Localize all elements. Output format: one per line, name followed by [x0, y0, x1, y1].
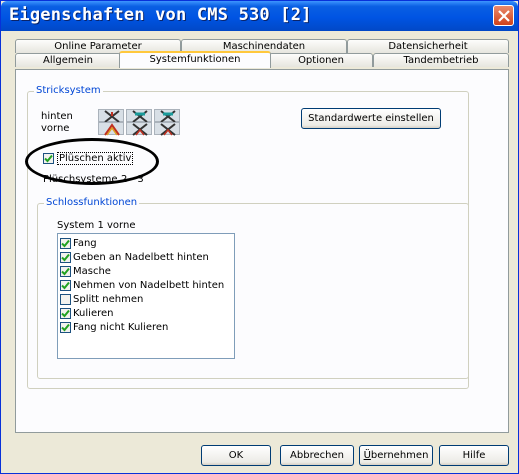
schloss-function-list[interactable]: Fang Geben an Nadelbett hinten Masche Ne…: [57, 233, 235, 359]
item-checkbox[interactable]: [60, 280, 71, 291]
tab-label: Optionen: [298, 55, 344, 66]
checkmark-icon: [61, 267, 70, 276]
system-label: System 1 vorne: [57, 220, 136, 231]
knit-cross-icon: [132, 123, 148, 136]
window-title: Eigenschaften von CMS 530 [2]: [9, 5, 312, 25]
checkmark-icon: [61, 323, 70, 332]
tab-systemfunktionen[interactable]: Systemfunktionen: [119, 51, 271, 68]
highlight-ellipse: [25, 138, 159, 185]
ok-button[interactable]: OK: [201, 445, 271, 466]
knit-cross-icon: [104, 123, 120, 136]
system-2-vorne-button[interactable]: [126, 122, 152, 136]
standardwerte-button[interactable]: Standardwerte einstellen: [301, 108, 441, 129]
help-button[interactable]: Hilfe: [439, 445, 509, 466]
tab-label: Systemfunktionen: [149, 54, 241, 65]
item-label: Masche: [73, 266, 111, 277]
item-label: Kulieren: [73, 308, 114, 319]
group-title: Schlossfunktionen: [44, 197, 140, 208]
item-checkbox[interactable]: [60, 294, 71, 305]
item-checkbox[interactable]: [60, 322, 71, 333]
hinten-label: hinten: [41, 111, 73, 122]
tab-tandembetrieb[interactable]: Tandembetrieb: [373, 53, 509, 67]
apply-button[interactable]: Übernehmen: [359, 445, 433, 466]
item-checkbox[interactable]: [60, 252, 71, 263]
tab-strip: Online Parameter Maschinendaten Datensic…: [15, 39, 509, 71]
tab-allgemein[interactable]: Allgemein: [15, 53, 121, 67]
checkmark-icon: [61, 281, 70, 290]
tab-label: Tandembetrieb: [403, 55, 479, 66]
item-checkbox[interactable]: [60, 266, 71, 277]
tab-optionen[interactable]: Optionen: [269, 53, 373, 67]
checkmark-icon: [61, 253, 70, 262]
vorne-label: vorne: [41, 123, 70, 134]
item-label: Splitt nehmen: [73, 294, 144, 305]
cancel-button[interactable]: Abbrechen: [280, 445, 354, 466]
item-checkbox[interactable]: [60, 238, 71, 249]
knit-cross-icon: [160, 123, 176, 136]
system-2-hinten-button[interactable]: [126, 109, 152, 123]
close-button[interactable]: [493, 5, 514, 26]
checkmark-icon: [61, 309, 70, 318]
tab-label: Datensicherheit: [388, 41, 468, 52]
tab-datensicherheit[interactable]: Datensicherheit: [347, 39, 509, 53]
item-label: Nehmen von Nadelbett hinten: [73, 280, 225, 291]
checkmark-icon: [61, 239, 70, 248]
system-3-vorne-button[interactable]: [154, 122, 180, 136]
system-3-hinten-button[interactable]: [154, 109, 180, 123]
system-1-vorne-button[interactable]: [98, 122, 124, 136]
item-label: Geben an Nadelbett hinten: [73, 252, 209, 263]
close-icon: [498, 10, 510, 22]
system-1-hinten-button[interactable]: [98, 109, 124, 123]
item-label: Fang nicht Kulieren: [73, 322, 169, 333]
tab-label: Allgemein: [43, 55, 93, 66]
group-title: Stricksystem: [34, 85, 103, 96]
title-bar[interactable]: Eigenschaften von CMS 530 [2]: [1, 1, 518, 31]
item-label: Fang: [73, 238, 97, 249]
item-checkbox[interactable]: [60, 308, 71, 319]
properties-dialog: Eigenschaften von CMS 530 [2] Online Par…: [0, 0, 519, 474]
